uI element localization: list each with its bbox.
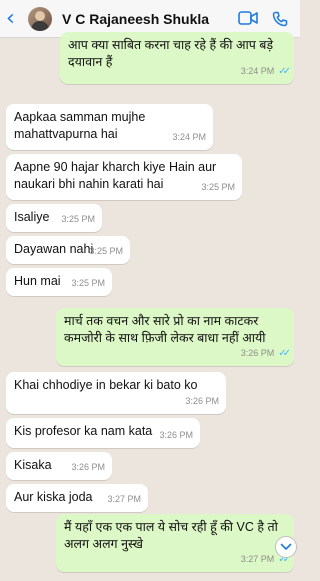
message-text: मार्च तक वचन और सारे प्रो का नाम काटकर क… [64, 314, 266, 345]
message-meta: 3:24 PM ✓✓ [241, 63, 291, 80]
message-meta: 3:26 PM [159, 430, 193, 440]
message-meta: 3:26 PM [185, 396, 219, 406]
message-meta: 3:25 PM [89, 246, 123, 256]
read-ticks-icon: ✓✓ [278, 348, 291, 359]
message-text: Dayawan nahi [14, 242, 94, 256]
message-meta: 3:24 PM [172, 132, 206, 142]
message-text: Aapkaa samman mujhe mahattvapurna hai [14, 110, 146, 141]
message-meta: 3:25 PM [61, 214, 95, 224]
avatar[interactable] [28, 6, 52, 31]
message-incoming[interactable]: Aur kiska joda 3:27 PM [6, 484, 148, 512]
message-text: Khai chhodiye in bekar ki bato ko [14, 378, 198, 392]
scroll-down-button[interactable] [275, 536, 297, 558]
message-outgoing[interactable]: मैं यहाँ एक एक पाल ये सोच रही हूँ की VC … [56, 514, 294, 572]
message-incoming[interactable]: Aapkaa samman mujhe mahattvapurna hai 3:… [6, 104, 213, 150]
message-list[interactable]: आप क्या साबित करना चाह रहे हैं की आप बड़… [0, 32, 300, 581]
message-incoming[interactable]: Aapne 90 hajar kharch kiye Hain aur nauk… [6, 154, 242, 200]
message-incoming[interactable]: Hun mai 3:25 PM [6, 268, 112, 296]
scroll-down-icon [280, 543, 292, 550]
read-ticks-icon: ✓✓ [278, 66, 291, 77]
contact-name[interactable]: V C Rajaneesh Shukla [62, 11, 209, 27]
message-incoming[interactable]: Isaliye 3:25 PM [6, 204, 102, 232]
message-text: Aapne 90 hajar kharch kiye Hain aur nauk… [14, 160, 217, 191]
message-incoming[interactable]: Dayawan nahi 3:25 PM [6, 236, 130, 264]
message-meta: 3:27 PM [107, 494, 141, 504]
message-outgoing[interactable]: मार्च तक वचन और सारे प्रो का नाम काटकर क… [56, 308, 294, 366]
message-text: Kisaka [14, 458, 52, 472]
message-meta: 3:25 PM [201, 182, 235, 192]
message-text: Kis profesor ka nam kata [14, 424, 153, 438]
message-meta: 3:26 PM [71, 462, 105, 472]
message-text: Hun mai [14, 274, 61, 288]
back-chevron-icon[interactable]: ‹ [6, 0, 26, 38]
phone-call-icon[interactable] [272, 11, 288, 27]
message-text: Isaliye [14, 210, 50, 224]
message-meta: 3:26 PM ✓✓ [241, 345, 291, 362]
message-meta: 3:25 PM [71, 278, 105, 288]
message-incoming[interactable]: Khai chhodiye in bekar ki bato ko 3:26 P… [6, 372, 226, 414]
message-text: मैं यहाँ एक एक पाल ये सोच रही हूँ की VC … [64, 520, 278, 551]
message-incoming[interactable]: Kis profesor ka nam kata 3:26 PM [6, 418, 200, 448]
message-outgoing[interactable]: आप क्या साबित करना चाह रहे हैं की आप बड़… [60, 32, 294, 84]
header-actions [238, 10, 288, 27]
video-call-icon[interactable] [238, 10, 258, 27]
message-text: Aur kiska joda [14, 490, 93, 504]
message-incoming[interactable]: Kisaka 3:26 PM [6, 452, 112, 480]
